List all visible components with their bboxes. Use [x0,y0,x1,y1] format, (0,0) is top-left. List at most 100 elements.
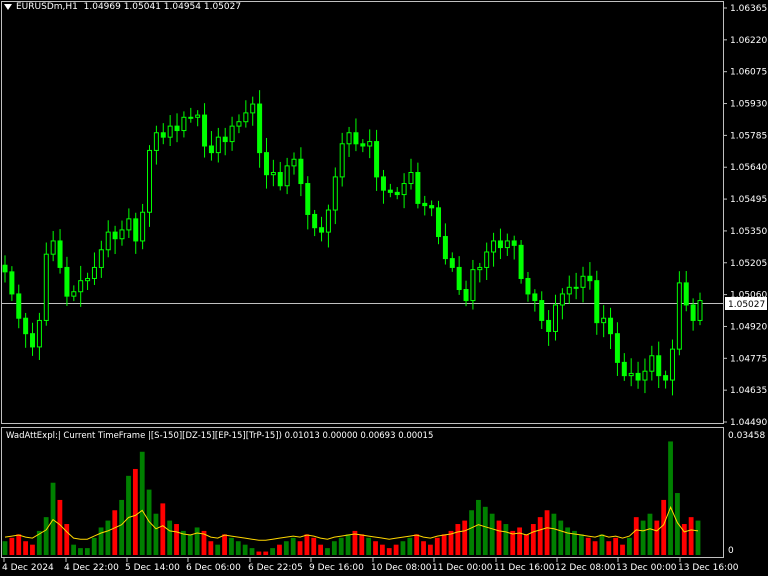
candle-up [573,286,579,289]
histogram-bar-down [9,537,15,555]
histogram-bar-down [633,517,639,555]
candle-up [229,125,235,143]
candle-down [449,258,455,268]
histogram-bar-up [215,544,221,555]
candle-down [133,218,139,242]
histogram-bar-down [524,534,529,555]
histogram-bar-down [297,541,303,555]
histogram-bar-down [661,499,667,555]
candle-down [656,355,662,377]
histogram-bar-up [84,548,90,555]
candle-up [676,282,682,350]
histogram-bar-up [78,548,83,555]
histogram-bar-up [235,541,241,555]
histogram-bar-up [71,544,77,555]
time-tick-label: 13 Dec 16:00 [678,563,739,573]
histogram-bar-up [400,541,406,555]
candle-down [690,304,696,321]
candle-down [112,231,118,240]
candle-up [477,266,483,271]
candle-up [50,240,56,255]
candle-down [683,282,689,306]
candle-down [222,136,228,143]
candle-down [442,236,448,260]
histogram-bar-down [510,530,516,555]
histogram-bar-up [338,537,344,555]
candle-up [580,275,586,288]
candle-down [312,213,318,229]
indicator-axis-bottom: 0 [728,546,734,556]
candle-up [98,249,104,268]
candle-up [649,355,655,372]
candlestick-series [2,90,703,396]
histogram-bar-down [318,544,324,555]
time-tick-label: 13 Dec 00:00 [616,563,677,573]
histogram-bar-down [373,541,378,555]
candle-down [9,271,15,295]
candle-up [195,114,201,118]
candle-up [105,231,111,251]
candle-down [263,152,269,176]
candle-up [339,143,345,178]
price-tick-label: 1.04490 [730,418,767,428]
candle-down [511,240,517,246]
price-tick-label: 1.05930 [730,100,767,110]
histogram-bar-down [57,499,63,555]
price-tick-label: 1.04775 [730,354,767,364]
candle-down [614,333,620,363]
candle-down [360,143,366,147]
histogram-bar-down [517,527,523,555]
price-tick-label: 1.06220 [730,36,767,46]
candle-down [374,141,380,178]
candle-up [332,176,338,211]
time-tick-label: 12 Dec 08:00 [555,563,616,573]
histogram-bar-down [256,551,262,555]
candle-up [215,136,221,154]
candle-up [628,372,634,377]
candle-down [415,171,421,204]
chart-canvas[interactable]: 1.06365 1.06220 1.06075 1.05930 1.05785 1.056… [0,0,768,576]
time-tick-label: 5 Dec 14:00 [125,563,180,573]
histogram-bar-down [441,534,447,555]
histogram-bar-up [187,534,193,555]
candle-up [167,125,173,138]
price-tick-label: 1.06075 [730,68,767,78]
histogram-bar-up [91,537,97,555]
candle-up [552,304,558,332]
candle-up [236,121,242,127]
symbol-label: EURUSDm,H1 [16,2,78,12]
candle-up [181,116,187,132]
histogram-bar-down [64,524,70,555]
time-tick-label: 4 Dec 2024 [2,563,54,573]
candle-down [208,145,214,154]
candle-down [257,103,263,154]
candle-up [188,116,194,119]
candle-up [601,317,607,324]
candle-up [36,319,42,348]
histogram-bar-down [277,544,282,555]
candle-up [325,209,331,233]
price-tick-label: 1.05640 [730,163,767,173]
price-axis[interactable]: 1.06365 1.06220 1.06075 1.05930 1.05785 1.056… [723,4,767,428]
dropdown-triangle-icon[interactable] [4,3,12,10]
candle-down [422,202,428,207]
candle-down [202,114,208,147]
time-axis[interactable]: 4 Dec 2024 4 Dec 22:00 5 Dec 14:00 6 Dec 06… [2,558,739,573]
candle-up [270,171,276,176]
histogram-bar-down [530,524,536,555]
price-tick-label: 1.05495 [730,195,767,205]
candle-up [491,240,497,253]
histogram-bar-up [558,520,564,555]
current-price-label: 1.05027 [728,300,765,310]
price-tick-label: 1.04635 [730,386,767,396]
candle-down [546,319,552,332]
histogram-bar-down [681,524,687,555]
histogram-series [2,441,701,555]
candle-down [319,227,325,233]
histogram-bar-up [249,548,255,555]
histogram-bar-down [359,534,365,555]
histogram-bar-down [421,541,426,555]
histogram-bar-up [695,520,701,555]
histogram-bar-down [174,524,179,555]
candle-down [635,372,641,381]
